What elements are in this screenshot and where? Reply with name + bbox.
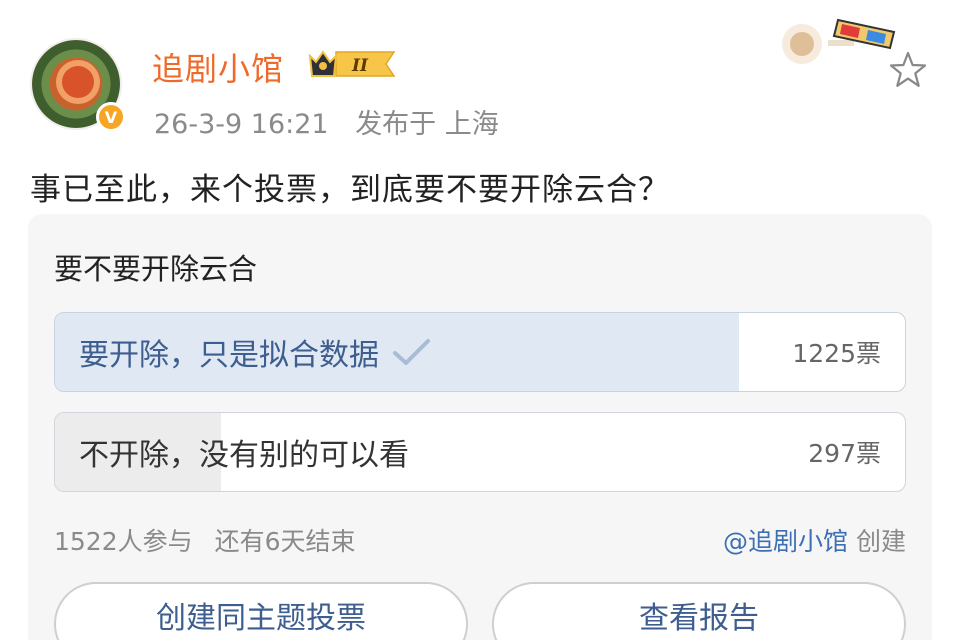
star-icon[interactable] <box>886 48 930 92</box>
verified-badge-icon: V <box>96 102 126 132</box>
check-icon <box>393 339 430 365</box>
poll-option-1-label-wrap: 要开除，只是拟合数据 <box>79 313 431 391</box>
poll-creator-mention[interactable]: @追剧小馆 <box>723 527 848 556</box>
poll-option-1-count: 1225票 <box>792 339 881 368</box>
username[interactable]: 追剧小馆 <box>152 44 284 90</box>
poll-participants: 1522人参与 <box>54 527 193 556</box>
poll-title: 要不要开除云合 <box>54 252 258 286</box>
post-location: 发布于 上海 <box>355 109 499 140</box>
create-same-topic-poll-button[interactable]: 创建同主题投票 <box>54 582 468 640</box>
poll-option-2-label: 不开除，没有别的可以看 <box>79 438 409 473</box>
poll-option-1-label: 要开除，只是拟合数据 <box>79 338 379 373</box>
poll-remaining: 还有6天结束 <box>214 527 356 556</box>
level-crown-icon[interactable]: II <box>306 46 400 82</box>
poll-meta: 1522人参与 还有6天结束 <box>54 522 355 558</box>
level-text: II <box>351 56 369 76</box>
view-report-button[interactable]: 查看报告 <box>492 582 906 640</box>
weibo-post: V 追剧小馆 II 26-3-9 16:21 发布于 上海 事已至此，来个投票，… <box>0 0 960 640</box>
post-meta: 26-3-9 16:21 发布于 上海 <box>154 102 499 141</box>
poll-creator-suffix: 创建 <box>855 527 906 556</box>
poll-option-2-count: 297票 <box>808 439 881 468</box>
post-text: 事已至此，来个投票，到底要不要开除云合？ <box>30 172 670 208</box>
post-time: 26-3-9 16:21 <box>154 109 329 140</box>
poll-option-1[interactable]: 要开除，只是拟合数据 1225票 <box>54 312 906 392</box>
avatar[interactable]: V <box>30 38 126 134</box>
poll-option-2[interactable]: 不开除，没有别的可以看 297票 <box>54 412 906 492</box>
poll-creator: @追剧小馆 创建 <box>723 522 906 558</box>
sticker-3d-glasses-icon <box>782 18 896 64</box>
